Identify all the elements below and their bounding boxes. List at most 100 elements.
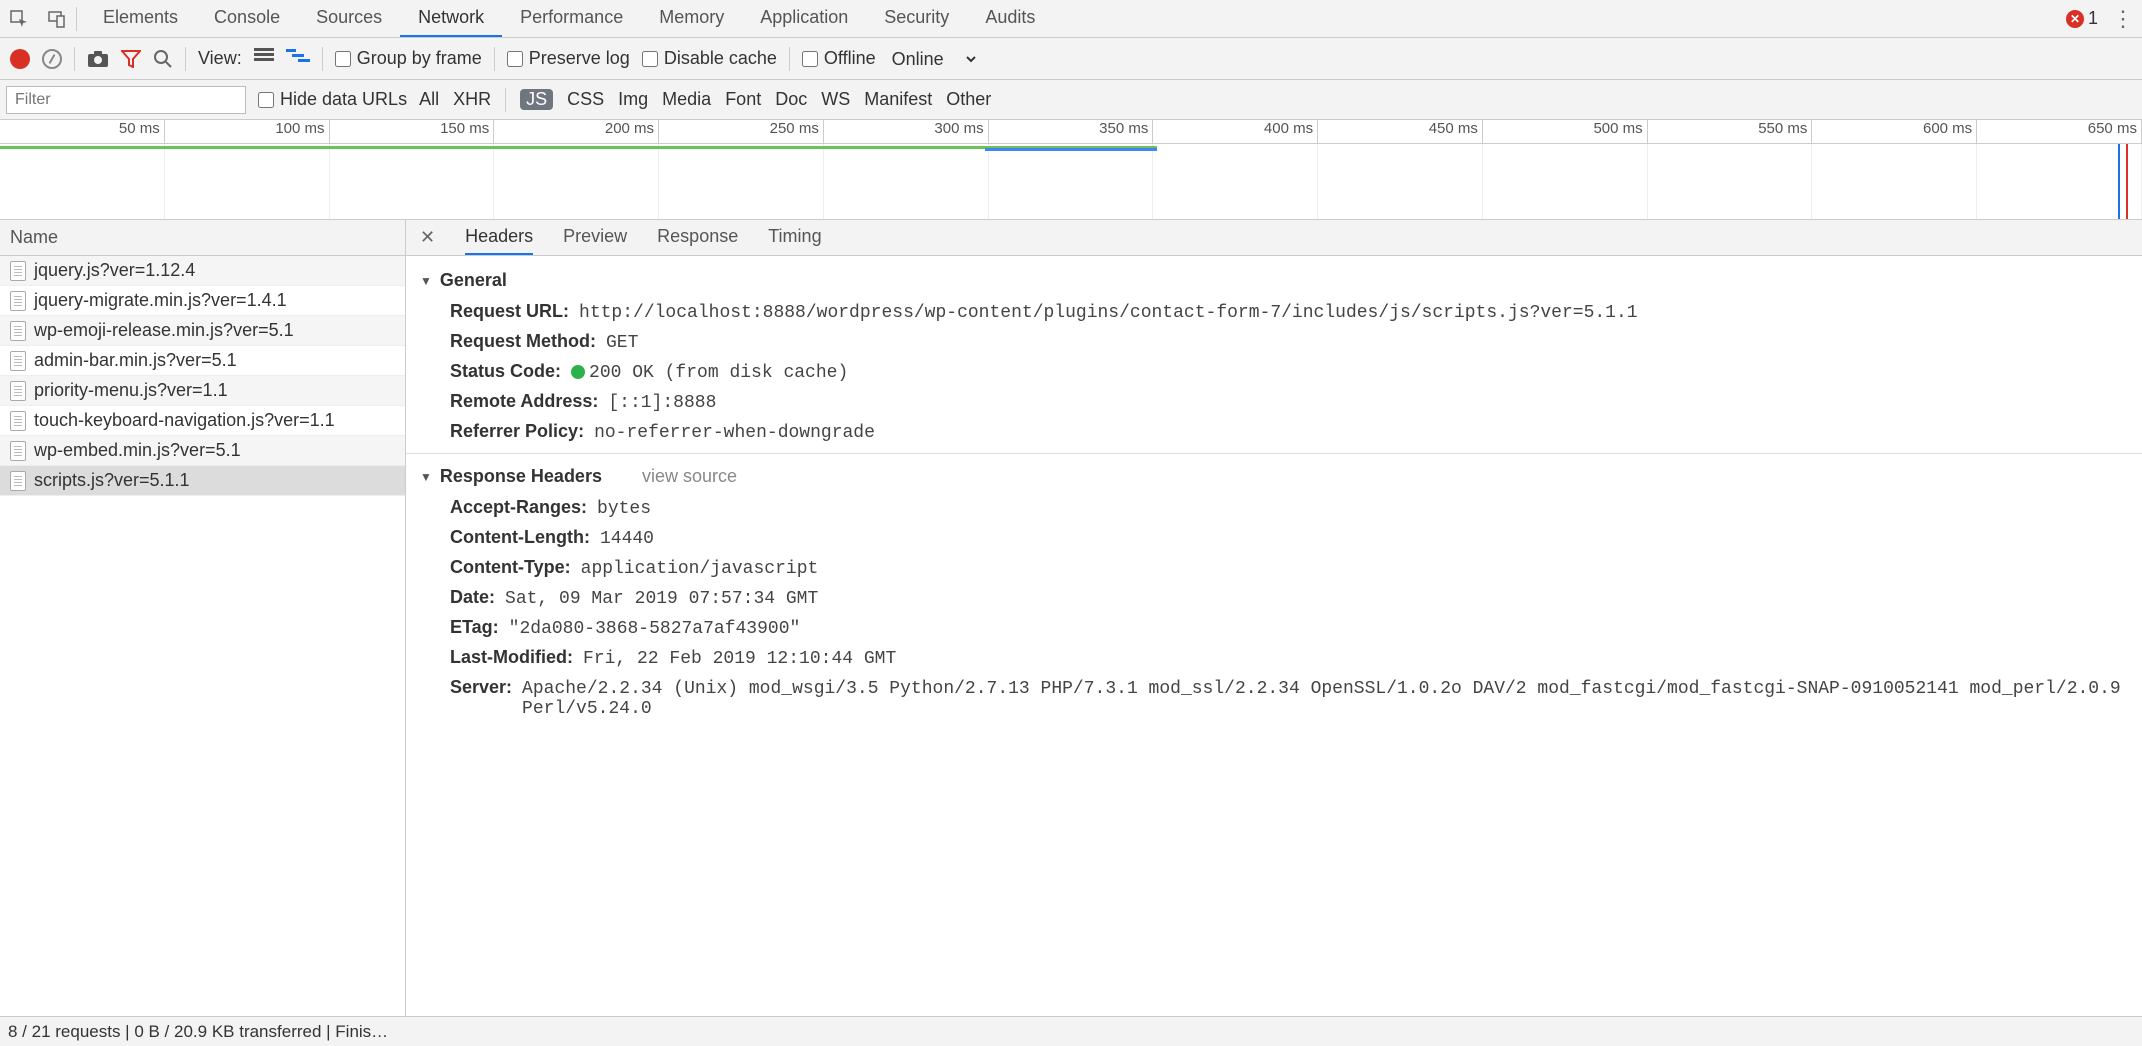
header-value: Fri, 22 Feb 2019 12:10:44 GMT	[583, 649, 896, 669]
header-key: Last-Modified:	[450, 647, 573, 668]
timeline-tick: 650 ms	[1977, 120, 2142, 143]
detail-tab-headers[interactable]: Headers	[465, 220, 533, 255]
tab-console[interactable]: Console	[196, 0, 298, 37]
request-row[interactable]: jquery.js?ver=1.12.4	[0, 256, 405, 286]
tab-memory[interactable]: Memory	[641, 0, 742, 37]
file-icon	[10, 441, 26, 461]
device-mode-icon[interactable]	[42, 4, 72, 34]
timeline-overview[interactable]: 50 ms100 ms150 ms200 ms250 ms300 ms350 m…	[0, 120, 2142, 220]
request-row[interactable]: priority-menu.js?ver=1.1	[0, 376, 405, 406]
search-icon[interactable]	[153, 49, 173, 69]
header-row: Accept-Ranges:bytes	[406, 493, 2142, 523]
type-filter: All XHR JS CSS Img Media Font Doc WS Manifest Othe…	[419, 88, 991, 112]
header-value: no-referrer-when-downgrade	[594, 423, 875, 443]
filter-toggle-icon[interactable]	[121, 50, 141, 68]
timeline-tick: 500 ms	[1483, 120, 1648, 143]
request-list-header[interactable]: Name	[0, 220, 405, 256]
header-row: Request URL: http://localhost:8888/wordpr…	[406, 297, 2142, 327]
request-row[interactable]: wp-emoji-release.min.js?ver=5.1	[0, 316, 405, 346]
type-filter-css[interactable]: CSS	[567, 89, 604, 110]
error-badge[interactable]: ✕ 1	[2066, 8, 2098, 29]
request-name: wp-embed.min.js?ver=5.1	[34, 440, 241, 461]
timeline-tick: 100 ms	[165, 120, 330, 143]
hide-data-urls-checkbox[interactable]: Hide data URLs	[258, 89, 407, 110]
divider	[494, 47, 495, 71]
preserve-log-checkbox[interactable]: Preserve log	[507, 48, 630, 69]
request-row[interactable]: scripts.js?ver=5.1.1	[0, 466, 405, 496]
tab-security[interactable]: Security	[866, 0, 967, 37]
view-label: View:	[198, 48, 242, 69]
header-value: bytes	[597, 499, 651, 519]
detail-tab-preview[interactable]: Preview	[563, 220, 627, 255]
offline-checkbox[interactable]: Offline	[802, 48, 876, 69]
filter-input[interactable]	[6, 86, 246, 114]
large-rows-icon[interactable]	[254, 48, 274, 69]
tab-audits[interactable]: Audits	[967, 0, 1053, 37]
type-filter-xhr[interactable]: XHR	[453, 89, 491, 110]
timeline-tick: 200 ms	[494, 120, 659, 143]
more-icon[interactable]: ⋮	[2112, 6, 2134, 32]
timeline-load-bar	[0, 146, 1157, 149]
tab-network[interactable]: Network	[400, 0, 502, 37]
view-source-link[interactable]: view source	[642, 466, 737, 487]
request-row[interactable]: wp-embed.min.js?ver=5.1	[0, 436, 405, 466]
error-icon: ✕	[2066, 10, 2084, 28]
request-row[interactable]: touch-keyboard-navigation.js?ver=1.1	[0, 406, 405, 436]
header-key: Server:	[450, 677, 512, 698]
timeline-tick: 450 ms	[1318, 120, 1483, 143]
type-filter-font[interactable]: Font	[725, 89, 761, 110]
divider	[185, 47, 186, 71]
detail-tab-response[interactable]: Response	[657, 220, 738, 255]
request-name: wp-emoji-release.min.js?ver=5.1	[34, 320, 294, 341]
header-key: ETag:	[450, 617, 499, 638]
type-filter-js[interactable]: JS	[520, 89, 553, 110]
disable-cache-checkbox[interactable]: Disable cache	[642, 48, 777, 69]
timeline-bar	[985, 148, 1156, 151]
screenshot-icon[interactable]	[87, 50, 109, 68]
header-value: application/javascript	[581, 559, 819, 579]
divider	[74, 47, 75, 71]
header-key: Date:	[450, 587, 495, 608]
request-row[interactable]: jquery-migrate.min.js?ver=1.4.1	[0, 286, 405, 316]
inspect-icon[interactable]	[4, 4, 34, 34]
close-detail-button[interactable]: ✕	[420, 227, 435, 248]
header-key: Request URL:	[450, 301, 569, 322]
divider	[76, 7, 77, 31]
tab-sources[interactable]: Sources	[298, 0, 400, 37]
timeline-tick: 600 ms	[1812, 120, 1977, 143]
group-by-frame-checkbox[interactable]: Group by frame	[335, 48, 482, 69]
timeline-tick: 300 ms	[824, 120, 989, 143]
type-filter-ws[interactable]: WS	[821, 89, 850, 110]
waterfall-icon[interactable]	[286, 48, 310, 69]
file-icon	[10, 321, 26, 341]
throttling-select[interactable]: Online	[888, 48, 979, 70]
request-name: jquery-migrate.min.js?ver=1.4.1	[34, 290, 287, 311]
header-value: http://localhost:8888/wordpress/wp-conte…	[579, 303, 1638, 323]
timeline-tick: 150 ms	[330, 120, 495, 143]
header-row: Last-Modified: Fri, 22 Feb 2019 12:10:44 …	[406, 643, 2142, 673]
status-text: 8 / 21 requests | 0 B / 20.9 KB transfer…	[8, 1022, 388, 1042]
divider	[322, 47, 323, 71]
file-icon	[10, 411, 26, 431]
type-filter-img[interactable]: Img	[618, 89, 648, 110]
tab-application[interactable]: Application	[742, 0, 866, 37]
response-headers-section-header[interactable]: ▼Response Headers view source	[406, 460, 2142, 493]
type-filter-doc[interactable]: Doc	[775, 89, 807, 110]
detail-pane: ✕ HeadersPreviewResponseTiming ▼General …	[406, 220, 2142, 1016]
clear-button[interactable]	[42, 49, 62, 69]
type-filter-other[interactable]: Other	[946, 89, 991, 110]
request-row[interactable]: admin-bar.min.js?ver=5.1	[0, 346, 405, 376]
divider	[505, 88, 506, 112]
header-value: 14440	[600, 529, 654, 549]
type-filter-all[interactable]: All	[419, 89, 439, 110]
type-filter-media[interactable]: Media	[662, 89, 711, 110]
tab-performance[interactable]: Performance	[502, 0, 641, 37]
type-filter-manifest[interactable]: Manifest	[864, 89, 932, 110]
record-button[interactable]	[10, 49, 30, 69]
detail-tab-timing[interactable]: Timing	[768, 220, 821, 255]
general-section-header[interactable]: ▼General	[406, 264, 2142, 297]
tab-elements[interactable]: Elements	[85, 0, 196, 37]
error-count: 1	[2088, 8, 2098, 29]
header-value: "2da080-3868-5827a7af43900"	[509, 619, 801, 639]
header-key: Referrer Policy:	[450, 421, 584, 442]
